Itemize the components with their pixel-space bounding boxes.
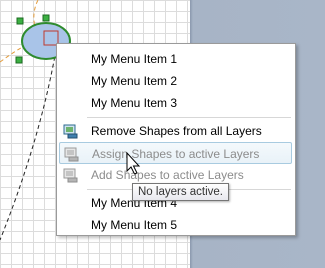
context-menu: My Menu Item 1 My Menu Item 2 My Menu It… <box>56 43 296 236</box>
layers-assign-icon <box>64 146 80 162</box>
assign-shapes-menu-item[interactable]: Assign Shapes to active Layers <box>59 142 292 164</box>
mouse-cursor-icon <box>126 152 141 175</box>
menu-item-5[interactable]: My Menu Item 5 <box>59 214 292 236</box>
menu-item-label: My Menu Item 1 <box>91 52 178 66</box>
menu-item-1[interactable]: My Menu Item 1 <box>59 48 292 70</box>
layers-remove-icon <box>63 123 79 139</box>
selection-handle[interactable] <box>42 14 50 22</box>
menu-item-label: Remove Shapes from all Layers <box>91 124 262 138</box>
menu-item-label: Add Shapes to active Layers <box>91 168 244 182</box>
connector-line <box>0 49 57 241</box>
menu-item-label: My Menu Item 3 <box>91 96 178 110</box>
menu-item-3[interactable]: My Menu Item 3 <box>59 92 292 114</box>
menu-item-2[interactable]: My Menu Item 2 <box>59 70 292 92</box>
selection-handle[interactable] <box>16 17 24 25</box>
remove-shapes-menu-item[interactable]: Remove Shapes from all Layers <box>59 120 292 142</box>
menu-item-label: My Menu Item 2 <box>91 74 178 88</box>
selection-handle[interactable] <box>15 56 23 64</box>
layers-add-icon <box>63 167 79 183</box>
menu-item-label: My Menu Item 5 <box>91 218 178 232</box>
menu-item-label: Assign Shapes to active Layers <box>92 147 260 161</box>
tooltip: No layers active. <box>132 183 230 201</box>
menu-separator <box>87 117 291 118</box>
